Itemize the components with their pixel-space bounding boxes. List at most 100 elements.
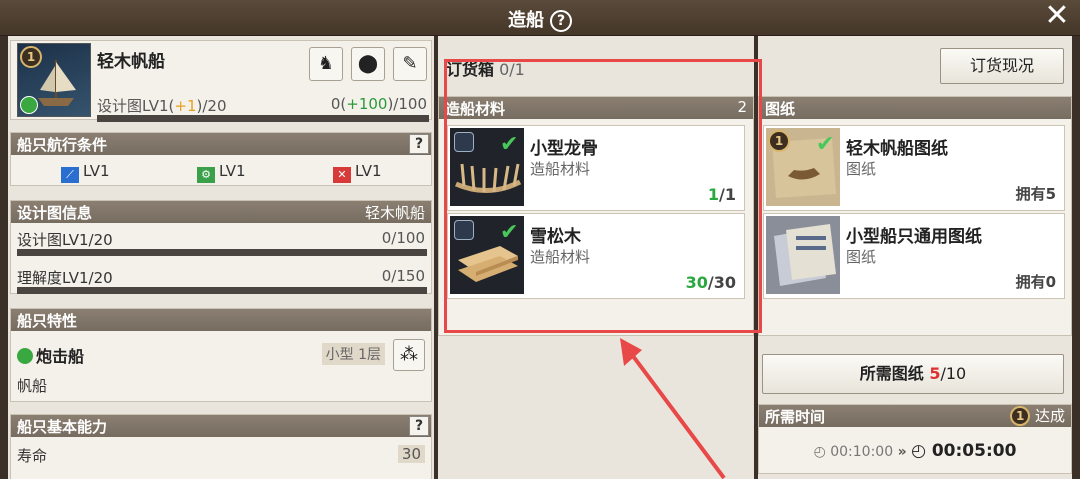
time-done-label: 达成 (1034, 407, 1065, 425)
conditions-help-button[interactable]: ? (409, 134, 429, 154)
blueprints-header: 图纸 (759, 97, 1071, 119)
clock-icon: ◴ (911, 441, 926, 461)
design-row-bar (17, 249, 427, 256)
compass-icon: ⟋ (61, 167, 79, 183)
condition-red-label: LV1 (355, 162, 382, 180)
abilities-help-button[interactable]: ? (409, 416, 429, 436)
lifespan-label: 寿命 (17, 447, 48, 465)
design-prefix: 设计图LV1( (97, 97, 175, 115)
trait-leaf-icon (20, 96, 38, 114)
cedar-image: ✔ (450, 216, 524, 294)
abilities-card: 船只基本能力? 寿命 30 (10, 414, 432, 479)
traits-title: 船只特性 (17, 312, 78, 330)
material-type-icon (454, 220, 474, 240)
tier-badge: 1 (20, 46, 42, 68)
materials-card: 造船材料 2 ✔ 小型龙骨 造船材料 1/1 ✔ 雪松木 造船材料 30/30 (438, 96, 754, 336)
abilities-header: 船只基本能力? (11, 415, 431, 437)
material-need: /30 (707, 273, 736, 292)
understanding-row-label: 理解度LV1/20 (17, 269, 113, 287)
blueprint-tier-badge: 1 (768, 130, 790, 152)
materials-title: 造船材料 (445, 100, 506, 118)
blueprints-card: 图纸 1 ✔ 轻木帆船图纸 图纸 拥有5 小型船只通用图纸 图纸 拥有0 (758, 96, 1072, 336)
edit-button[interactable]: ✎ (393, 47, 427, 81)
size-tag: 小型 1层 (321, 343, 385, 365)
help-icon[interactable]: ? (550, 10, 572, 32)
close-icon[interactable]: ✕ (1042, 1, 1072, 32)
exp-bar (97, 115, 429, 122)
blueprint-info-card: 设计图信息 轻木帆船 设计图LV1/20 0/100 理解度LV1/20 0/15… (10, 200, 432, 294)
time-reduced-wrap: ◴ 00:05:00 (911, 441, 1016, 461)
trait-leaf-icon (17, 348, 33, 364)
material-item[interactable]: ✔ 雪松木 造船材料 30/30 (447, 213, 745, 299)
material-name: 小型龙骨 (530, 139, 598, 159)
ship-info-panel: 1 轻木帆船 ♞ ⬤ ✎ 设计图LV1(+1)/20 0(+100)/100 船… (8, 36, 434, 479)
conditions-header: 船只航行条件? (11, 133, 431, 155)
time-title: 所需时间 (765, 408, 826, 426)
edit-icon: ✎ (402, 53, 418, 74)
captain-button[interactable]: ♞ (309, 47, 343, 81)
design-level-text: 设计图LV1(+1)/20 (97, 95, 227, 116)
time-tier-badge: 1 (1010, 406, 1031, 426)
time-row: ◴ 00:10:00 » ◴ 00:05:00 (759, 441, 1071, 461)
order-box-label: 订货箱 0/1 (446, 56, 525, 80)
ship-name: 轻木帆船 (97, 52, 165, 72)
materials-count: 2 (737, 98, 747, 116)
time-done: 1 达成 (1010, 405, 1065, 426)
exp-plus: +100 (346, 95, 388, 113)
material-have: 1 (707, 185, 720, 204)
condition-blue: ⟋ LV1 (61, 162, 110, 183)
cannon-button[interactable]: ⁂ (393, 339, 425, 371)
abilities-title: 船只基本能力 (17, 418, 108, 436)
trait-sub: 帆船 (17, 377, 48, 395)
condition-green-label: LV1 (219, 162, 246, 180)
blueprint-image (766, 216, 840, 294)
understanding-row-bar (17, 287, 427, 294)
check-icon: ✔ (816, 132, 835, 157)
ship-summary-card: 1 轻木帆船 ♞ ⬤ ✎ 设计图LV1(+1)/20 0(+100)/100 (10, 40, 432, 122)
time-header: 所需时间 1 达成 (759, 405, 1071, 427)
design-suffix: )/20 (196, 97, 227, 115)
required-blueprints-button[interactable]: 所需图纸 5/10 (762, 354, 1064, 394)
blueprint-item[interactable]: 1 ✔ 轻木帆船图纸 图纸 拥有5 (763, 125, 1065, 211)
material-type: 造船材料 (530, 160, 591, 178)
ship-thumbnail[interactable]: 1 (17, 43, 91, 117)
blueprint-type: 图纸 (846, 248, 877, 266)
trait-type-label: 炮击船 (36, 347, 85, 366)
title-bar: 造船? ✕ (0, 0, 1080, 36)
material-have: 30 (685, 273, 708, 292)
blueprint-info-title: 设计图信息 (17, 204, 93, 222)
condition-green: ⚙ LV1 (197, 162, 246, 183)
order-status-button[interactable]: 订货现况 (940, 48, 1064, 84)
lifespan-value: 30 (397, 445, 425, 463)
design-row-value: 0/100 (381, 229, 425, 247)
arrow-right-icon: » (897, 444, 907, 460)
required-blueprints-have: 5 (929, 364, 941, 383)
material-type-icon (454, 132, 474, 152)
traits-card: 船只特性 炮击船 小型 1层 ⁂ 帆船 (10, 308, 432, 402)
material-need: /1 (719, 185, 736, 204)
time-card: 所需时间 1 达成 ◴ 00:10:00 » ◴ 00:05:00 (758, 404, 1072, 474)
conditions-card: 船只航行条件? ⟋ LV1 ⚙ LV1 ✕ LV1 (10, 132, 432, 186)
blueprints-title: 图纸 (765, 100, 796, 118)
wheel-icon: ⚙ (197, 167, 215, 183)
check-icon: ✔ (500, 220, 519, 245)
keel-image: ✔ (450, 128, 524, 206)
order-box-title: 订货箱 (446, 60, 495, 79)
material-name: 雪松木 (530, 227, 581, 247)
time-original: 00:10:00 (830, 444, 894, 460)
window-title: 造船? (0, 6, 1080, 32)
location-pin-icon: ⬤ (357, 53, 379, 74)
blueprint-item[interactable]: 小型船只通用图纸 图纸 拥有0 (763, 213, 1065, 299)
conditions-title: 船只航行条件 (17, 136, 108, 154)
material-qty: 1/1 (708, 185, 736, 204)
trait-type: 炮击船 (17, 343, 84, 367)
material-item[interactable]: ✔ 小型龙骨 造船材料 1/1 (447, 125, 745, 211)
required-blueprints-need: /10 (940, 364, 967, 383)
design-plus: +1 (174, 97, 197, 115)
exp-suffix: )/100 (387, 95, 427, 113)
window-title-text: 造船 (508, 10, 544, 31)
location-button[interactable]: ⬤ (351, 47, 385, 81)
exp-text: 0(+100)/100 (331, 95, 427, 113)
clock-icon: ◴ (813, 444, 826, 460)
blueprint-owned: 拥有0 (1015, 273, 1056, 291)
